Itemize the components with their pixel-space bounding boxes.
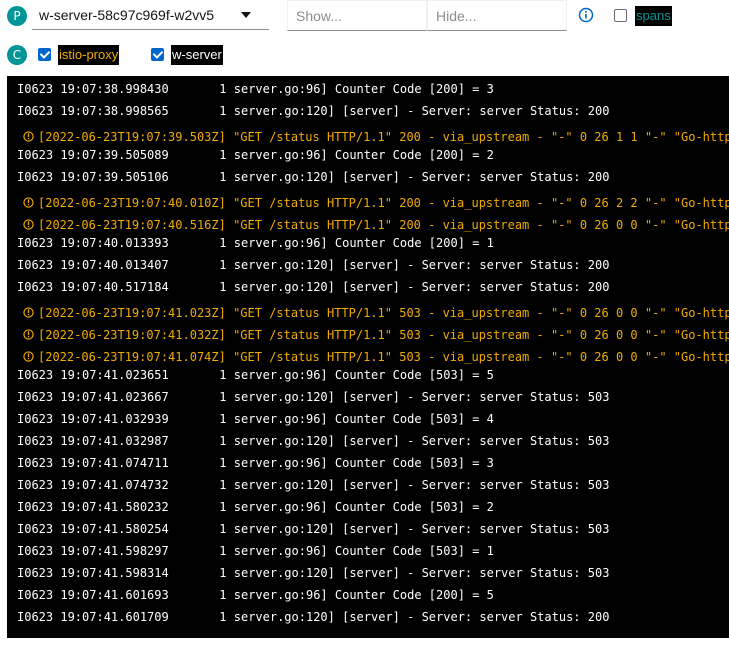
istio-proxy-label: istio-proxy — [58, 45, 120, 65]
server-log-line: I0623 19:07:41.580232 1 server.go:96] Co… — [17, 499, 494, 515]
log-text: I0623 19:07:41.598314 1 server.go:120] [… — [17, 566, 610, 580]
log-text: I0623 19:07:40.013407 1 server.go:120] [… — [17, 258, 610, 272]
log-text: I0623 19:07:39.505106 1 server.go:120] [… — [17, 170, 610, 184]
log-text: I0623 19:07:41.601709 1 server.go:120] [… — [17, 610, 610, 624]
caret-down-icon — [241, 12, 251, 18]
log-text: I0623 19:07:41.074711 1 server.go:96] Co… — [17, 456, 494, 470]
log-text: I0623 19:07:41.023667 1 server.go:120] [… — [17, 390, 610, 404]
server-log-line: I0623 19:07:40.013407 1 server.go:120] [… — [17, 257, 609, 273]
log-text: I0623 19:07:38.998565 1 server.go:120] [… — [17, 104, 610, 118]
server-log-line: I0623 19:07:41.074732 1 server.go:120] [… — [17, 477, 609, 493]
log-text: I0623 19:07:41.580254 1 server.go:120] [… — [17, 522, 610, 536]
pod-select[interactable]: w-server-58c97c969f-w2vv5 — [32, 0, 269, 30]
istio-proxy-checkbox[interactable] — [38, 48, 51, 61]
info-circle-icon — [23, 219, 34, 230]
server-log-line: I0623 19:07:41.601709 1 server.go:120] [… — [17, 609, 609, 625]
proxy-log-line: [2022-06-23T19:07:40.010Z] "GET /status … — [23, 195, 729, 211]
proxy-log-line: [2022-06-23T19:07:41.023Z] "GET /status … — [23, 305, 729, 321]
w-server-checkbox[interactable] — [151, 48, 164, 61]
container-badge: C — [7, 45, 27, 65]
server-log-line: I0623 19:07:41.032987 1 server.go:120] [… — [17, 433, 609, 449]
proxy-log-line: [2022-06-23T19:07:40.516Z] "GET /status … — [23, 217, 729, 233]
log-pane[interactable]: I0623 19:07:38.998430 1 server.go:96] Co… — [7, 76, 729, 638]
log-text: [2022-06-23T19:07:41.032Z] "GET /status … — [38, 328, 729, 342]
info-circle-icon — [23, 197, 34, 208]
log-text: I0623 19:07:40.517184 1 server.go:120] [… — [17, 280, 610, 294]
log-text: I0623 19:07:41.023651 1 server.go:96] Co… — [17, 368, 494, 382]
server-log-line: I0623 19:07:41.598314 1 server.go:120] [… — [17, 565, 609, 581]
log-text: I0623 19:07:41.601693 1 server.go:96] Co… — [17, 588, 494, 602]
log-text: I0623 19:07:41.598297 1 server.go:96] Co… — [17, 544, 494, 558]
log-text: I0623 19:07:39.505089 1 server.go:96] Co… — [17, 148, 494, 162]
log-text: I0623 19:07:41.580232 1 server.go:96] Co… — [17, 500, 494, 514]
server-log-line: I0623 19:07:41.074711 1 server.go:96] Co… — [17, 455, 494, 471]
info-circle-icon — [23, 329, 34, 340]
server-log-line: I0623 19:07:41.580254 1 server.go:120] [… — [17, 521, 609, 537]
log-text: [2022-06-23T19:07:39.503Z] "GET /status … — [38, 130, 729, 144]
proxy-log-line: [2022-06-23T19:07:41.074Z] "GET /status … — [23, 349, 729, 365]
show-filter-input[interactable] — [287, 0, 427, 31]
log-text: [2022-06-23T19:07:40.516Z] "GET /status … — [38, 218, 729, 232]
pod-badge: P — [7, 6, 27, 26]
log-text: [2022-06-23T19:07:41.074Z] "GET /status … — [38, 350, 729, 364]
proxy-log-line: [2022-06-23T19:07:41.032Z] "GET /status … — [23, 327, 729, 343]
w-server-label: w-server — [171, 45, 223, 65]
info-circle-icon — [23, 131, 34, 142]
log-text: [2022-06-23T19:07:41.023Z] "GET /status … — [38, 306, 729, 320]
server-log-line: I0623 19:07:39.505106 1 server.go:120] [… — [17, 169, 609, 185]
hide-filter-input[interactable] — [427, 0, 567, 31]
info-icon[interactable] — [578, 7, 594, 23]
pod-name: w-server-58c97c969f-w2vv5 — [39, 7, 215, 23]
server-log-line: I0623 19:07:41.023667 1 server.go:120] [… — [17, 389, 609, 405]
server-log-line: I0623 19:07:40.013393 1 server.go:96] Co… — [17, 235, 494, 251]
info-circle-icon — [23, 351, 34, 362]
server-log-line: I0623 19:07:39.505089 1 server.go:96] Co… — [17, 147, 494, 163]
server-log-line: I0623 19:07:38.998430 1 server.go:96] Co… — [17, 81, 494, 97]
log-text: I0623 19:07:38.998430 1 server.go:96] Co… — [17, 82, 494, 96]
server-log-line: I0623 19:07:38.998565 1 server.go:120] [… — [17, 103, 609, 119]
proxy-log-line: [2022-06-23T19:07:39.503Z] "GET /status … — [23, 129, 729, 145]
server-log-line: I0623 19:07:40.517184 1 server.go:120] [… — [17, 279, 609, 295]
log-text: I0623 19:07:41.032939 1 server.go:96] Co… — [17, 412, 494, 426]
info-circle-icon — [23, 307, 34, 318]
log-text: I0623 19:07:40.013393 1 server.go:96] Co… — [17, 236, 494, 250]
log-text: [2022-06-23T19:07:40.010Z] "GET /status … — [38, 196, 729, 210]
spans-checkbox[interactable] — [614, 9, 627, 22]
log-text: I0623 19:07:41.032987 1 server.go:120] [… — [17, 434, 610, 448]
server-log-line: I0623 19:07:41.032939 1 server.go:96] Co… — [17, 411, 494, 427]
server-log-line: I0623 19:07:41.601693 1 server.go:96] Co… — [17, 587, 494, 603]
log-text: I0623 19:07:41.074732 1 server.go:120] [… — [17, 478, 610, 492]
server-log-line: I0623 19:07:41.598297 1 server.go:96] Co… — [17, 543, 494, 559]
spans-label: spans — [635, 6, 672, 26]
server-log-line: I0623 19:07:41.023651 1 server.go:96] Co… — [17, 367, 494, 383]
